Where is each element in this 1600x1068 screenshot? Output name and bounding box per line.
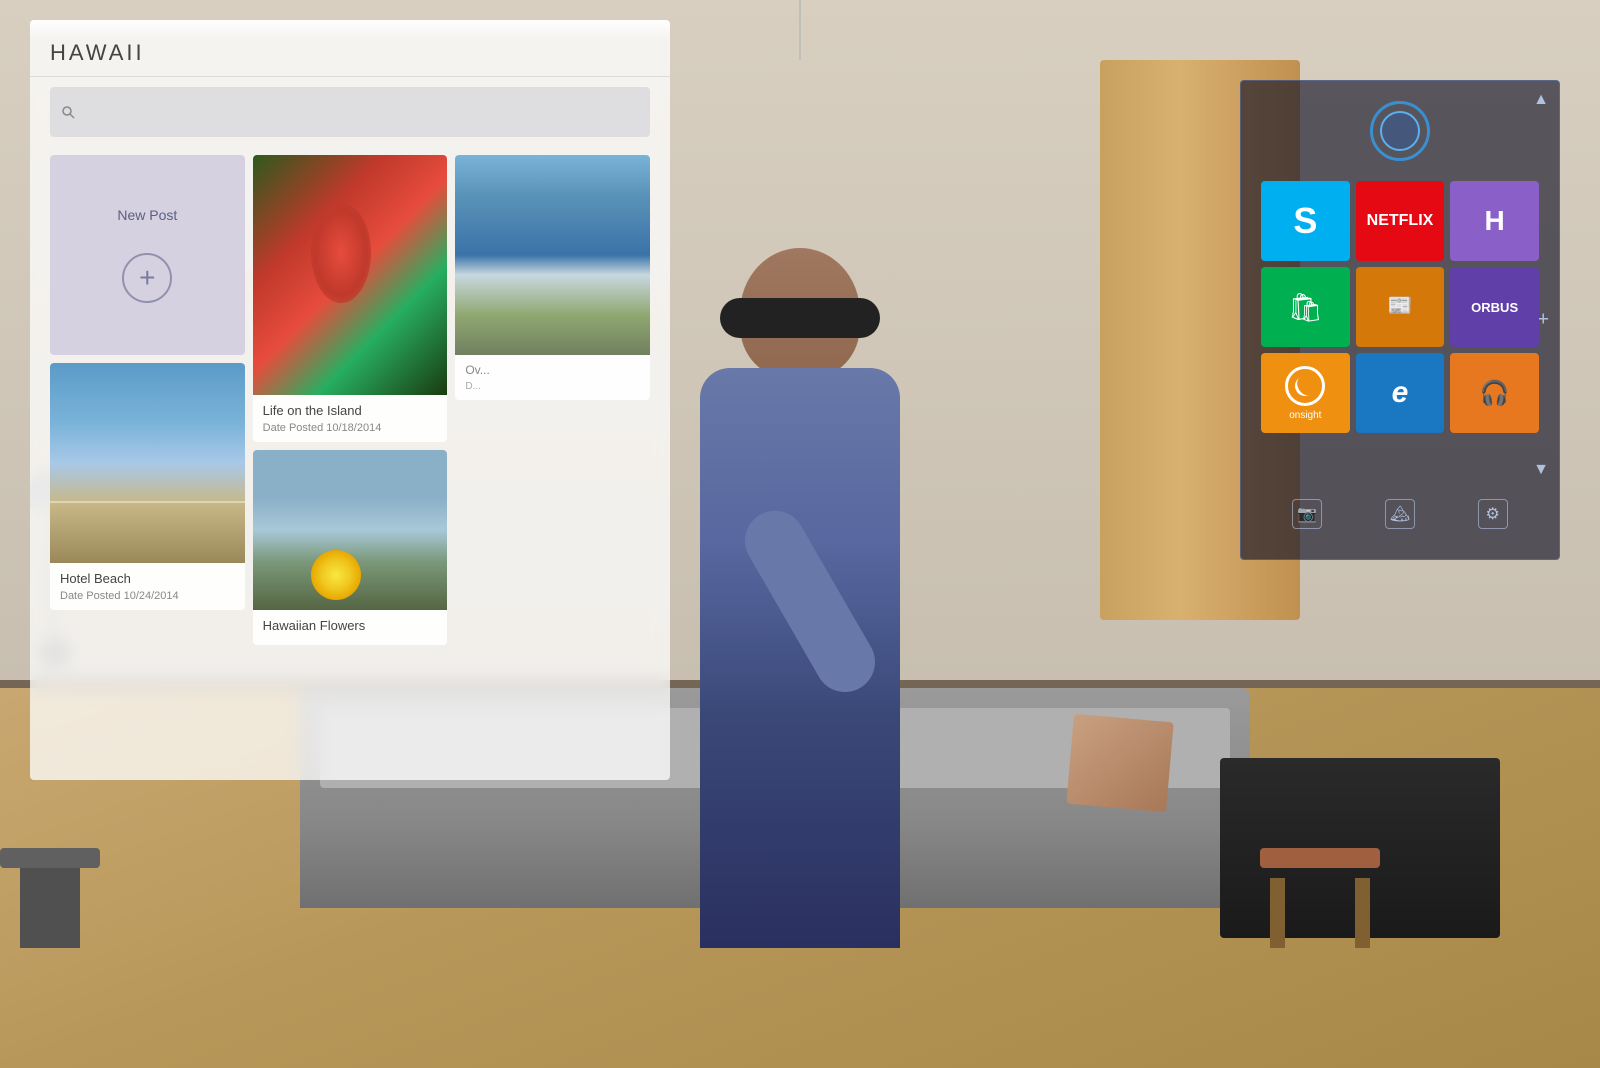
app-tiles-grid: S NETFLIX H 🛍 📰 ORBUS onsight [1261, 181, 1539, 433]
orbus-label: ORBUS [1471, 300, 1518, 315]
news-icon: 📰 [1388, 293, 1413, 318]
person-head [740, 248, 860, 378]
posts-left-column: New Post + Hotel Beach Date Posted 10/24… [50, 155, 245, 645]
netflix-label: NETFLIX [1367, 212, 1434, 230]
new-post-icon[interactable]: + [122, 253, 172, 303]
ie-tile[interactable]: e [1356, 353, 1445, 433]
life-on-island-card[interactable]: Life on the Island Date Posted 10/18/201… [253, 155, 448, 442]
panel-title: HAWAII [50, 40, 650, 66]
nav-down-button[interactable]: ▼ [1533, 461, 1549, 479]
person-silhouette [640, 248, 960, 948]
bottom-icons-bar: 📷 🏔 ⚙ [1261, 499, 1539, 529]
hololens-headset [720, 298, 880, 338]
posts-container: New Post + Hotel Beach Date Posted 10/24… [30, 147, 670, 653]
onsight-icon [1285, 366, 1325, 406]
news-tile[interactable]: 📰 [1356, 267, 1445, 347]
post-date-island: Date Posted 10/18/2014 [263, 422, 438, 434]
headphone-icon: 🎧 [1480, 379, 1510, 408]
search-area[interactable] [50, 87, 650, 137]
flower-image [253, 155, 448, 395]
camera-icon: 📷 [1297, 504, 1317, 524]
post-info-island: Life on the Island Date Posted 10/18/201… [253, 395, 448, 442]
nav-up-button[interactable]: ▲ [1533, 91, 1549, 109]
posts-right-column: Ov... D... [455, 155, 650, 645]
stool [1260, 848, 1380, 948]
cortana-button[interactable] [1370, 101, 1430, 161]
new-post-card[interactable]: New Post + [50, 155, 245, 355]
onsight-tile[interactable]: onsight [1261, 353, 1350, 433]
holo-icon: H [1485, 205, 1505, 237]
beach-image [50, 363, 245, 563]
panel-header: HAWAII [30, 20, 670, 77]
skype-tile[interactable]: S [1261, 181, 1350, 261]
hawaii-blog-panel: HAWAII New Post + Hotel Beach Date Poste… [30, 20, 670, 780]
new-post-label: New Post [117, 207, 177, 223]
chair-seat [0, 848, 100, 868]
landscape-button[interactable]: 🏔 [1385, 499, 1415, 529]
settings-icon: ⚙ [1485, 504, 1499, 524]
stool-leg-left [1270, 878, 1285, 948]
hawaiian-image [253, 450, 448, 610]
post-date-ocean: D... [465, 381, 640, 392]
post-title-ocean: Ov... [465, 363, 640, 377]
settings-button[interactable]: ⚙ [1478, 499, 1508, 529]
posts-middle-column: Life on the Island Date Posted 10/18/201… [253, 155, 448, 645]
nav-plus-button[interactable]: + [1537, 309, 1549, 332]
stool-leg-right [1355, 878, 1370, 948]
ocean-card[interactable]: Ov... D... [455, 155, 650, 400]
overhead-cable [799, 0, 801, 60]
store-icon: 🛍 [1288, 291, 1324, 324]
person-body [700, 368, 900, 948]
camera-button[interactable]: 📷 [1292, 499, 1322, 529]
couch-pillow [1066, 714, 1173, 812]
post-title-hawaiian: Hawaiian Flowers [263, 618, 438, 633]
skype-icon: S [1293, 200, 1317, 242]
post-title: Hotel Beach [60, 571, 235, 586]
cortana-inner-ring [1380, 111, 1420, 151]
landscape-icon: 🏔 [1390, 504, 1410, 524]
hotel-beach-card[interactable]: Hotel Beach Date Posted 10/24/2014 [50, 363, 245, 610]
music-tile[interactable]: 🎧 [1450, 353, 1539, 433]
store-tile[interactable]: 🛍 [1261, 267, 1350, 347]
post-info-ocean: Ov... D... [455, 355, 650, 400]
post-info-hawaiian: Hawaiian Flowers [253, 610, 448, 645]
hawaiian-flowers-card[interactable]: Hawaiian Flowers [253, 450, 448, 645]
search-icon [60, 104, 76, 120]
orbus-tile[interactable]: ORBUS [1450, 267, 1539, 347]
chair-leg [20, 868, 80, 948]
post-date: Date Posted 10/24/2014 [60, 590, 235, 602]
ie-icon: e [1392, 376, 1409, 410]
windows-start-panel: ▲ + ▼ S NETFLIX H 🛍 📰 ORBUS [1240, 80, 1560, 560]
post-info: Hotel Beach Date Posted 10/24/2014 [50, 563, 245, 610]
post-title-island: Life on the Island [263, 403, 438, 418]
holo-app-tile[interactable]: H [1450, 181, 1539, 261]
stool-seat [1260, 848, 1380, 868]
onsight-label: onsight [1289, 410, 1321, 421]
person-raised-arm [734, 500, 886, 703]
netflix-tile[interactable]: NETFLIX [1356, 181, 1445, 261]
ocean-image [455, 155, 650, 355]
